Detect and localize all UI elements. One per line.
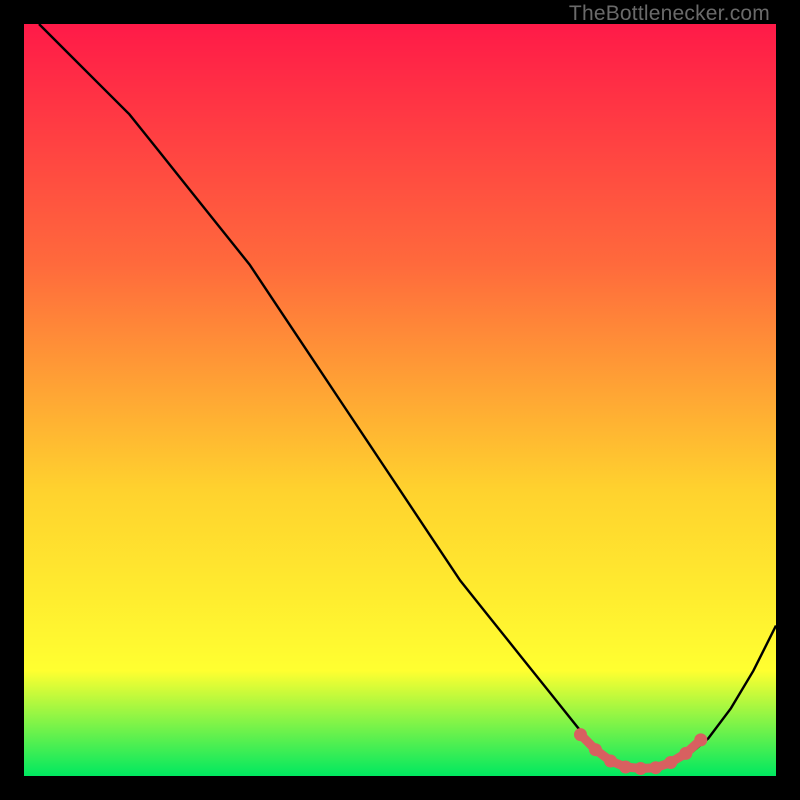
chart-frame (24, 24, 776, 776)
optimal-marker (694, 733, 707, 746)
optimal-marker (574, 728, 587, 741)
optimal-marker (589, 743, 602, 756)
optimal-marker (664, 756, 677, 769)
optimal-marker (634, 762, 647, 775)
chart-plot (24, 24, 776, 776)
watermark-text: TheBottlenecker.com (569, 2, 770, 26)
optimal-marker (649, 761, 662, 774)
optimal-marker (604, 755, 617, 768)
optimal-marker (679, 747, 692, 760)
gradient-background (24, 24, 776, 776)
optimal-marker (619, 761, 632, 774)
